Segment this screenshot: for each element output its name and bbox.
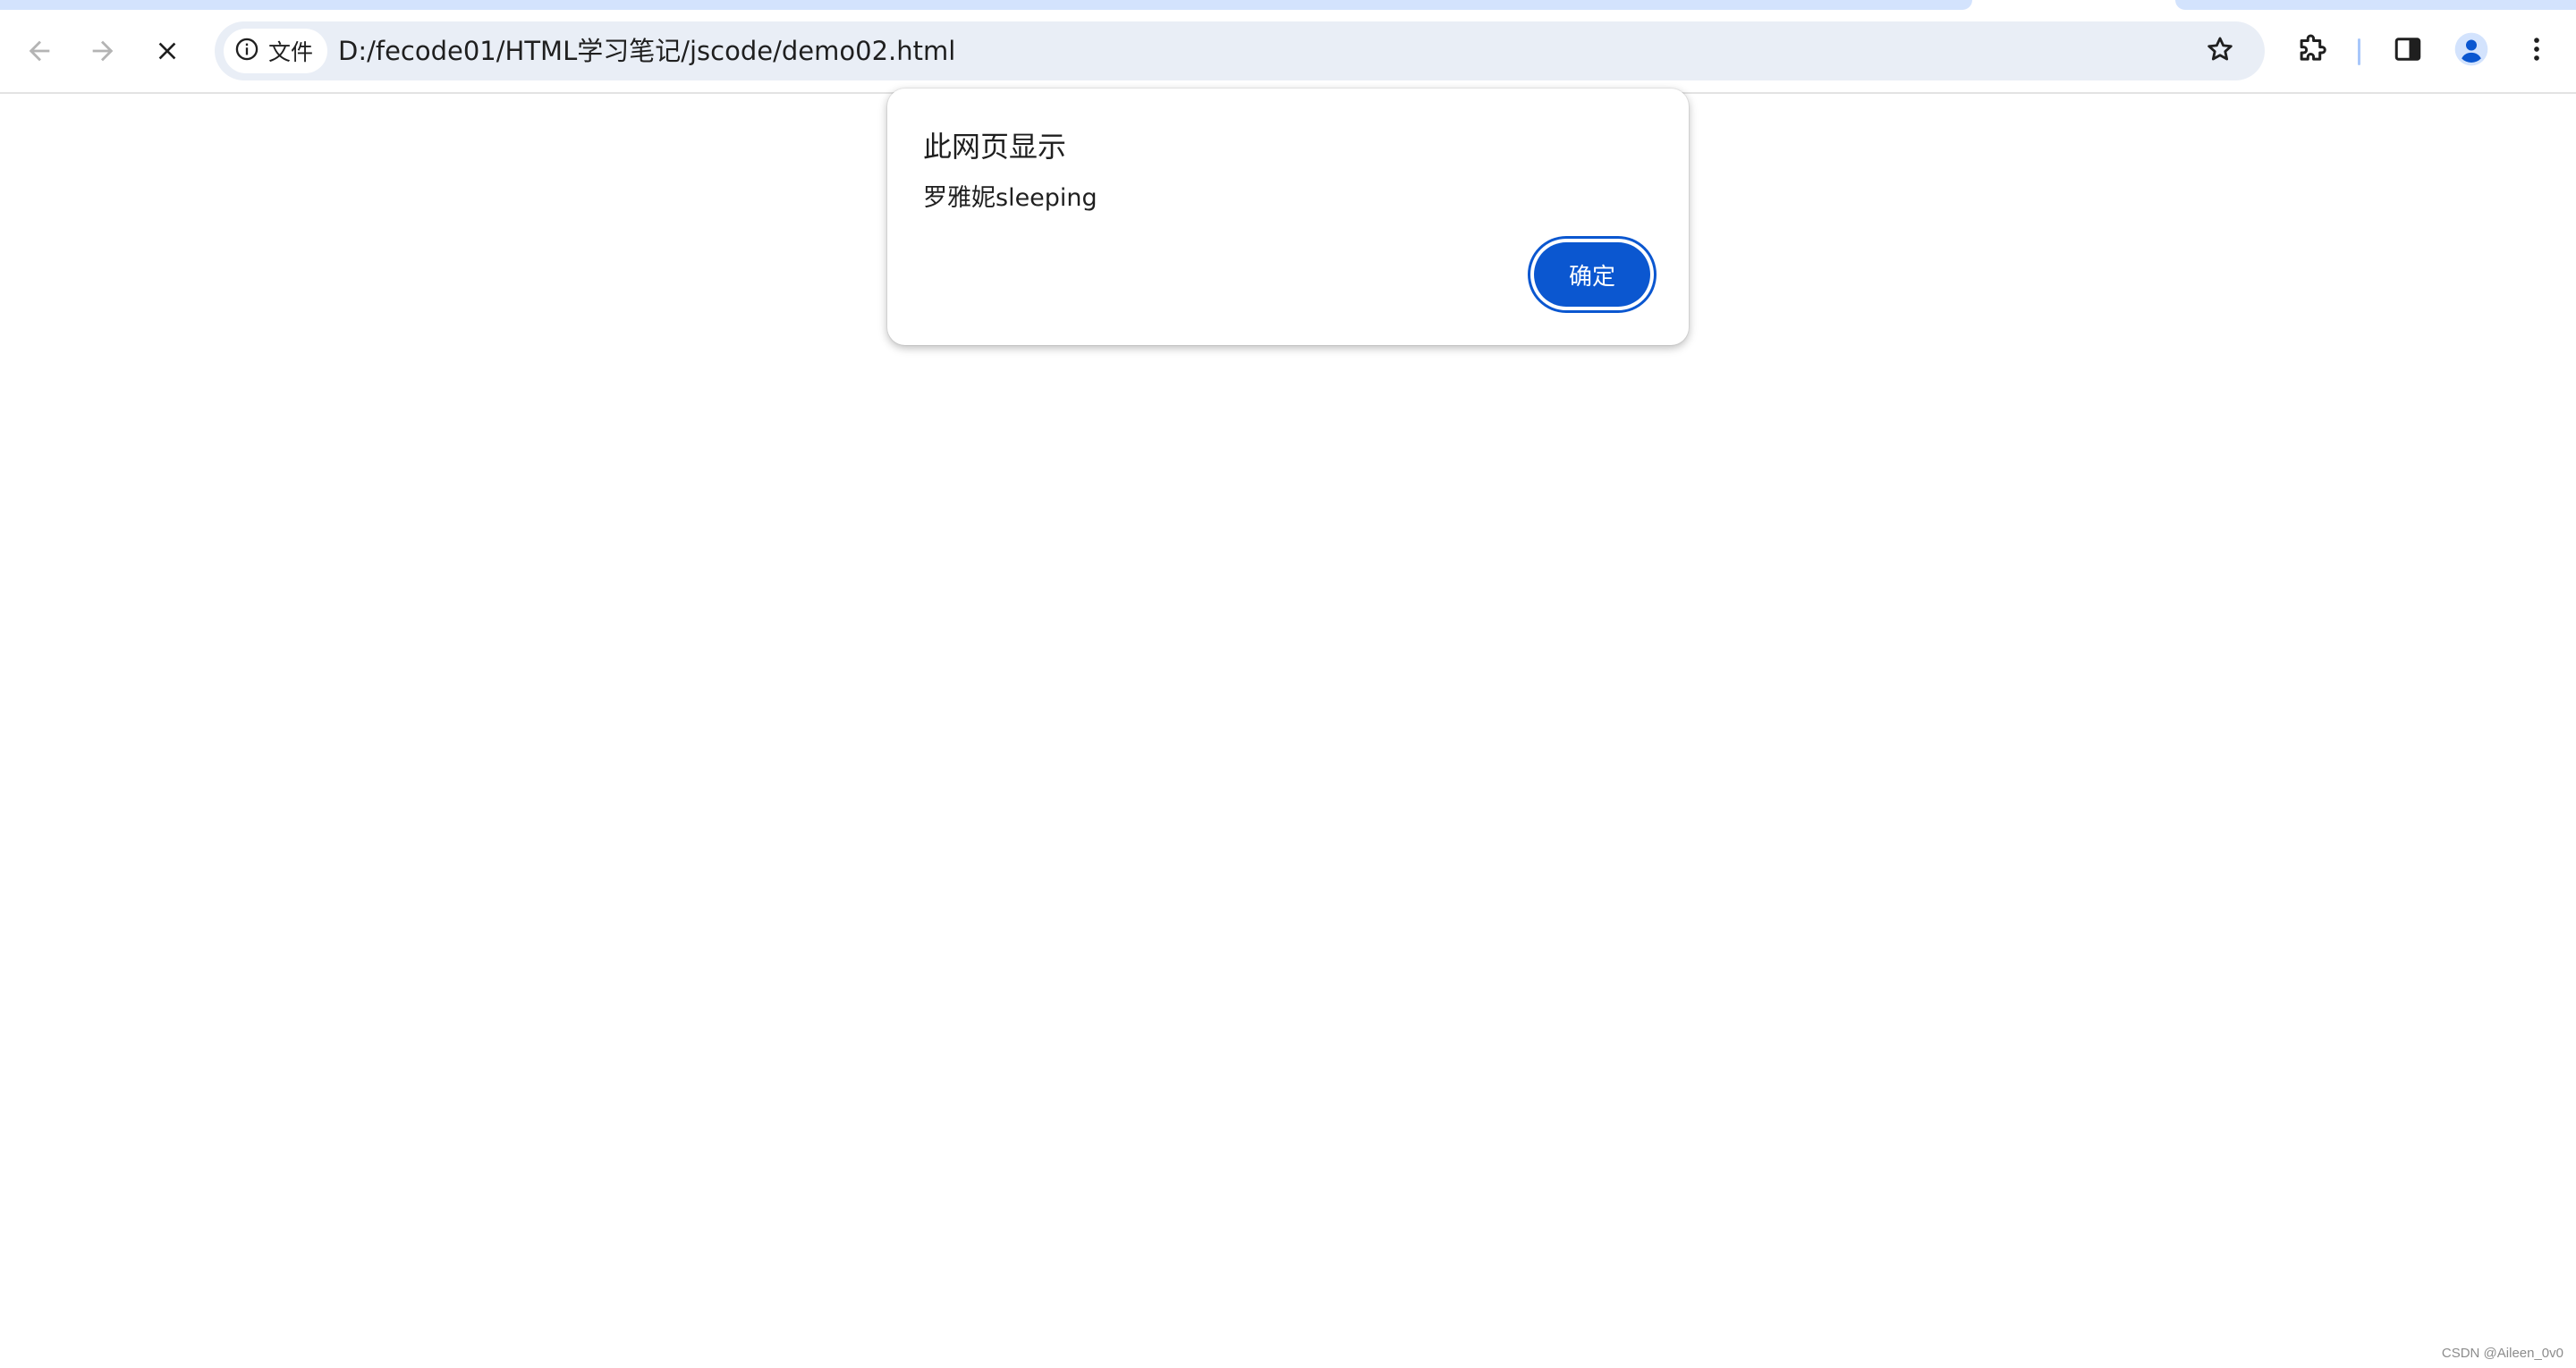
arrow-right-icon — [88, 36, 118, 66]
alert-dialog: 此网页显示 罗雅妮sleeping 确定 — [887, 89, 1689, 345]
stop-loading-button[interactable] — [142, 26, 192, 76]
dialog-message: 罗雅妮sleeping — [923, 184, 1097, 212]
forward-button[interactable] — [78, 26, 128, 76]
inactive-tab-area-left[interactable] — [0, 0, 1972, 10]
bookmark-button[interactable] — [2200, 31, 2240, 71]
watermark: CSDN @Aileen_0v0 — [2441, 1346, 2563, 1361]
dialog-title: 此网页显示 — [923, 130, 1067, 164]
tab-strip — [0, 0, 2576, 12]
toolbar-separator — [2358, 38, 2360, 65]
site-info-chip[interactable]: 文件 — [224, 29, 328, 73]
browser-menu-button[interactable] — [2514, 29, 2559, 73]
url-text[interactable]: D:/fecode01/HTML学习笔记/jscode/demo02.html — [338, 21, 955, 80]
puzzle-piece-icon — [2295, 32, 2329, 70]
side-panel-icon — [2392, 33, 2424, 69]
site-info-label: 文件 — [268, 39, 314, 65]
profile-button[interactable] — [2449, 29, 2494, 73]
kebab-menu-icon — [2521, 34, 2552, 68]
info-icon — [234, 37, 259, 65]
inactive-tab-area-right[interactable] — [2175, 0, 2576, 10]
address-bar[interactable]: 文件 D:/fecode01/HTML学习笔记/jscode/demo02.ht… — [215, 21, 2265, 80]
arrow-left-icon — [24, 36, 55, 66]
extensions-button[interactable] — [2290, 29, 2334, 73]
avatar-icon — [2453, 31, 2489, 71]
side-panel-button[interactable] — [2385, 29, 2430, 73]
close-icon — [153, 37, 182, 65]
ok-button[interactable]: 确定 — [1534, 242, 1650, 307]
star-icon — [2205, 34, 2235, 68]
browser-toolbar: 文件 D:/fecode01/HTML学习笔记/jscode/demo02.ht… — [0, 12, 2576, 94]
back-button[interactable] — [14, 26, 64, 76]
